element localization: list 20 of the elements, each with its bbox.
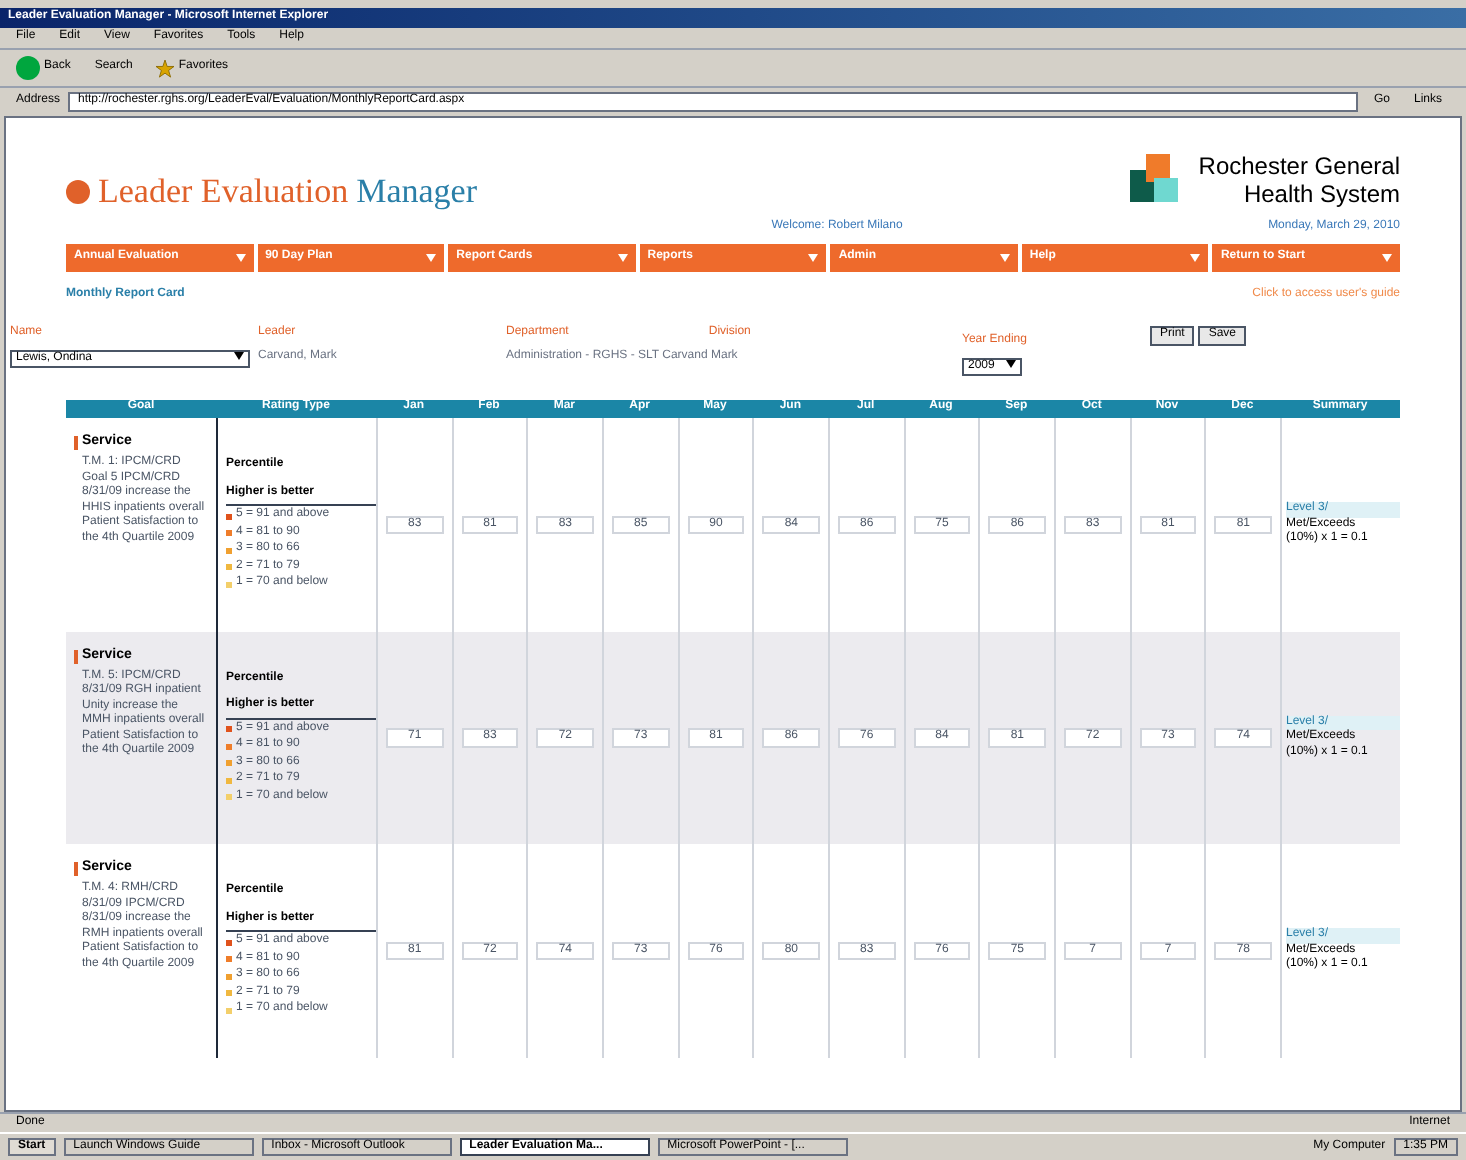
caret-icon bbox=[1382, 253, 1393, 262]
logo-icon bbox=[66, 179, 90, 204]
star-icon bbox=[156, 59, 175, 77]
org-name: Health System bbox=[1241, 179, 1400, 208]
caret-icon bbox=[999, 253, 1010, 262]
caret-icon bbox=[426, 253, 437, 262]
caret-icon bbox=[235, 253, 246, 262]
marker-icon bbox=[74, 649, 78, 664]
marker-icon bbox=[74, 436, 78, 451]
back-icon bbox=[16, 56, 40, 80]
caret-icon bbox=[1006, 359, 1016, 368]
caret-icon bbox=[1190, 253, 1201, 262]
app-title-accent: Manager bbox=[356, 170, 477, 213]
org-logo-icon bbox=[1130, 153, 1183, 206]
marker-icon bbox=[74, 862, 78, 877]
app-title: Leader Evaluation bbox=[98, 170, 349, 213]
caret-icon bbox=[234, 351, 244, 360]
caret-icon bbox=[808, 253, 819, 262]
org-name: Rochester General bbox=[1198, 151, 1400, 180]
caret-icon bbox=[617, 253, 628, 262]
